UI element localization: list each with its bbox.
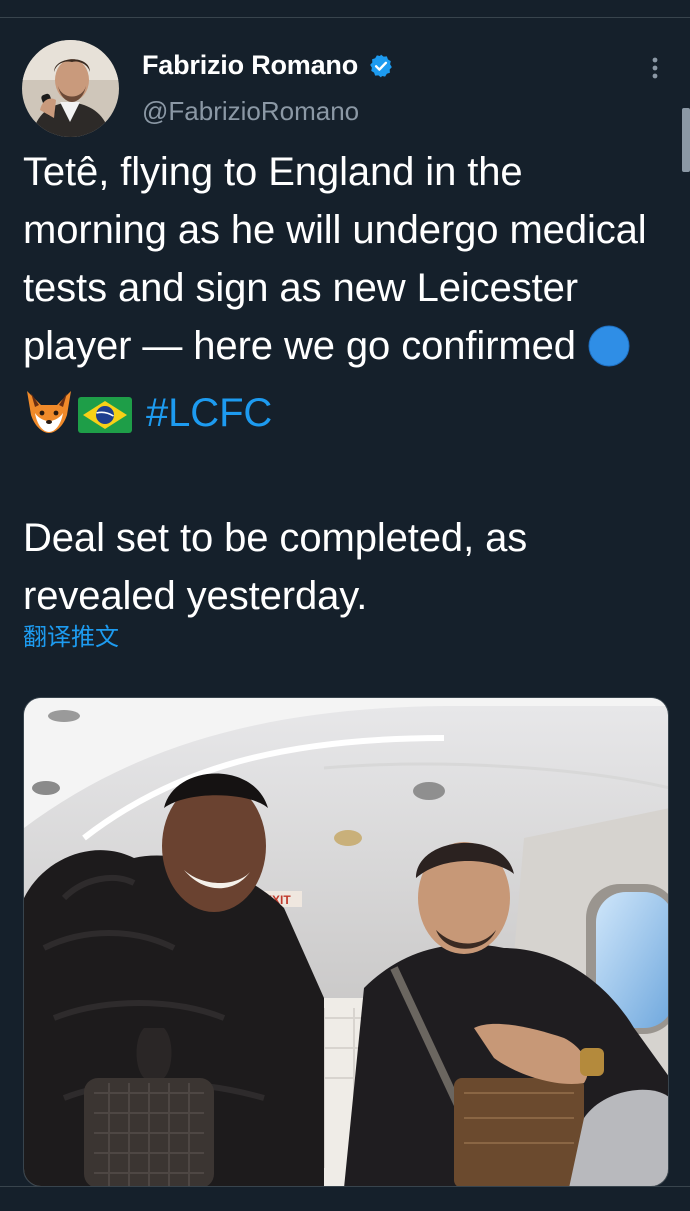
more-options-icon[interactable]: [640, 56, 670, 82]
tweet-media-image[interactable]: EXIT: [23, 697, 669, 1187]
tweet-paragraph-1: Tetê, flying to England in the morning a…: [23, 143, 673, 451]
display-name[interactable]: Fabrizio Romano: [142, 50, 358, 81]
hashtag-link[interactable]: #LCFC: [146, 391, 272, 435]
tweet-header: Fabrizio Romano @FabrizioRomano: [0, 0, 690, 140]
bottom-divider: [0, 1186, 690, 1187]
fox-emoji-icon: [23, 389, 75, 451]
name-row: Fabrizio Romano: [142, 50, 394, 81]
verified-badge-icon: [368, 53, 394, 79]
tweet-paragraph-1-text: Tetê, flying to England in the morning a…: [23, 150, 647, 368]
tweet-text: Tetê, flying to England in the morning a…: [23, 143, 673, 625]
translate-tweet-link[interactable]: 翻译推文: [23, 617, 119, 652]
scrollbar[interactable]: [682, 108, 690, 172]
avatar[interactable]: [22, 40, 119, 137]
blue-circle-emoji-icon: [587, 324, 631, 384]
tweet-paragraph-2: Deal set to be completed, as revealed ye…: [23, 516, 528, 618]
brazil-flag-emoji-icon: [77, 393, 133, 451]
handle[interactable]: @FabrizioRomano: [142, 96, 359, 127]
